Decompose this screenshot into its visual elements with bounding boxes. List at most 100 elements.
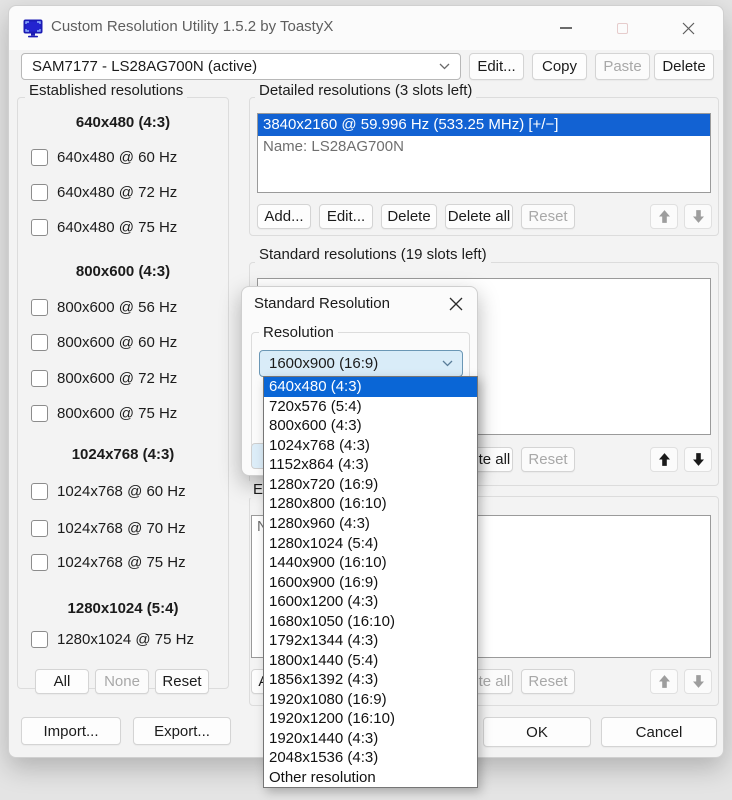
checkbox-label: 1280x1024 @ 75 Hz	[57, 631, 194, 648]
standard-group-label: Standard resolutions (19 slots left)	[255, 246, 491, 263]
arrow-down-icon	[693, 453, 704, 466]
detailed-move-down-button	[684, 204, 712, 229]
close-icon	[449, 297, 463, 311]
detailed-list-row-name[interactable]: Name: LS28AG700N	[258, 136, 710, 158]
dropdown-option[interactable]: 1920x1440 (4:3)	[264, 729, 477, 749]
export-button[interactable]: Export...	[133, 717, 231, 745]
dropdown-option[interactable]: 1792x1344 (4:3)	[264, 631, 477, 651]
close-button[interactable]	[671, 16, 705, 40]
established-row[interactable]: 800x600 @ 72 Hz	[31, 369, 177, 387]
checkbox-label: 800x600 @ 72 Hz	[57, 370, 177, 387]
standard-move-up-button[interactable]	[650, 447, 678, 472]
checkbox-unchecked-icon[interactable]	[31, 299, 48, 316]
display-paste-button: Paste	[595, 53, 650, 80]
established-row[interactable]: 800x600 @ 56 Hz	[31, 298, 177, 316]
extension-move-up-button	[650, 669, 678, 694]
dropdown-option[interactable]: Other resolution	[264, 768, 477, 788]
resolution-combobox[interactable]: 1600x900 (16:9)	[259, 350, 463, 377]
established-row[interactable]: 640x480 @ 75 Hz	[31, 218, 177, 236]
display-delete-button[interactable]: Delete	[654, 53, 714, 80]
dropdown-option[interactable]: 1152x864 (4:3)	[264, 455, 477, 475]
ok-button[interactable]: OK	[483, 717, 591, 747]
arrow-down-icon	[693, 675, 704, 688]
detailed-move-up-button	[650, 204, 678, 229]
established-row[interactable]: 1024x768 @ 70 Hz	[31, 519, 186, 537]
checkbox-label: 1024x768 @ 70 Hz	[57, 520, 186, 537]
dropdown-option[interactable]: 1800x1440 (5:4)	[264, 650, 477, 670]
checkbox-unchecked-icon[interactable]	[31, 219, 48, 236]
checkbox-label: 800x600 @ 75 Hz	[57, 405, 177, 422]
dropdown-option[interactable]: 800x600 (4:3)	[264, 416, 477, 436]
import-button[interactable]: Import...	[21, 717, 121, 745]
established-row[interactable]: 640x480 @ 60 Hz	[31, 148, 177, 166]
checkbox-unchecked-icon[interactable]	[31, 520, 48, 537]
arrow-up-icon	[659, 453, 670, 466]
established-row[interactable]: 1024x768 @ 60 Hz	[31, 482, 186, 500]
established-row[interactable]: 800x600 @ 60 Hz	[31, 333, 177, 351]
checkbox-unchecked-icon[interactable]	[31, 631, 48, 648]
established-row[interactable]: 1280x1024 @ 75 Hz	[31, 630, 194, 648]
detailed-list-row-selected[interactable]: 3840x2160 @ 59.996 Hz (533.25 MHz) [+/−]	[258, 114, 710, 136]
window-title: Custom Resolution Utility 1.5.2 by Toast…	[51, 18, 333, 35]
established-row[interactable]: 640x480 @ 72 Hz	[31, 183, 177, 201]
dropdown-option[interactable]: 1600x900 (16:9)	[264, 572, 477, 592]
display-select[interactable]: SAM7177 - LS28AG700N (active)	[21, 53, 461, 80]
resolution-group-label: Resolution	[259, 324, 338, 341]
resolution-combobox-value: 1600x900 (16:9)	[269, 355, 378, 372]
established-header: 800x600 (4:3)	[17, 263, 229, 280]
detailed-list[interactable]: 3840x2160 @ 59.996 Hz (533.25 MHz) [+/−]…	[257, 113, 711, 193]
arrow-up-icon	[659, 675, 670, 688]
checkbox-label: 1024x768 @ 75 Hz	[57, 554, 186, 571]
standard-move-down-button[interactable]	[684, 447, 712, 472]
dropdown-option[interactable]: 1440x900 (16:10)	[264, 553, 477, 573]
detailed-group-label: Detailed resolutions (3 slots left)	[255, 82, 476, 99]
dropdown-option[interactable]: 1280x800 (16:10)	[264, 494, 477, 514]
arrow-up-icon	[659, 210, 670, 223]
checkbox-label: 640x480 @ 60 Hz	[57, 149, 177, 166]
dropdown-option[interactable]: 1856x1392 (4:3)	[264, 670, 477, 690]
checkbox-unchecked-icon[interactable]	[31, 149, 48, 166]
display-copy-button[interactable]: Copy	[532, 53, 587, 80]
resolution-dropdown-list[interactable]: 640x480 (4:3) 720x576 (5:4) 800x600 (4:3…	[263, 376, 478, 788]
dropdown-option-selected[interactable]: 640x480 (4:3)	[264, 377, 477, 397]
dropdown-option[interactable]: 1280x720 (16:9)	[264, 475, 477, 495]
detailed-edit-button[interactable]: Edit...	[319, 204, 373, 229]
established-all-button[interactable]: All	[35, 669, 89, 694]
extension-reset-button: Reset	[521, 669, 575, 694]
checkbox-unchecked-icon[interactable]	[31, 334, 48, 351]
checkbox-unchecked-icon[interactable]	[31, 554, 48, 571]
detailed-reset-button: Reset	[521, 204, 575, 229]
checkbox-unchecked-icon[interactable]	[31, 483, 48, 500]
app-monitor-icon	[23, 19, 43, 38]
detailed-add-button[interactable]: Add...	[257, 204, 311, 229]
established-header: 1280x1024 (5:4)	[17, 600, 229, 617]
dropdown-option[interactable]: 1024x768 (4:3)	[264, 436, 477, 456]
dropdown-option[interactable]: 1280x1024 (5:4)	[264, 533, 477, 553]
checkbox-label: 800x600 @ 60 Hz	[57, 334, 177, 351]
established-reset-button[interactable]: Reset	[155, 669, 209, 694]
dropdown-option[interactable]: 1920x1200 (16:10)	[264, 709, 477, 729]
maximize-button	[605, 16, 639, 40]
dropdown-option[interactable]: 2048x1536 (4:3)	[264, 748, 477, 768]
dropdown-option[interactable]: 720x576 (5:4)	[264, 397, 477, 417]
dropdown-option[interactable]: 1920x1080 (16:9)	[264, 690, 477, 710]
dropdown-option[interactable]: 1680x1050 (16:10)	[264, 611, 477, 631]
detailed-delete-all-button[interactable]: Delete all	[445, 204, 513, 229]
dropdown-option[interactable]: 1600x1200 (4:3)	[264, 592, 477, 612]
standard-reset-button: Reset	[521, 447, 575, 472]
title-bar: Custom Resolution Utility 1.5.2 by Toast…	[9, 6, 723, 50]
checkbox-unchecked-icon[interactable]	[31, 370, 48, 387]
chevron-down-icon	[439, 63, 450, 70]
dropdown-option[interactable]: 1280x960 (4:3)	[264, 514, 477, 534]
cancel-button[interactable]: Cancel	[601, 717, 717, 747]
established-row[interactable]: 1024x768 @ 75 Hz	[31, 553, 186, 571]
dialog-close-button[interactable]	[443, 292, 469, 316]
checkbox-unchecked-icon[interactable]	[31, 405, 48, 422]
extension-move-down-button	[684, 669, 712, 694]
minimize-button[interactable]	[549, 16, 583, 40]
detailed-delete-button[interactable]: Delete	[381, 204, 437, 229]
arrow-down-icon	[693, 210, 704, 223]
checkbox-unchecked-icon[interactable]	[31, 184, 48, 201]
display-edit-button[interactable]: Edit...	[469, 53, 524, 80]
established-row[interactable]: 800x600 @ 75 Hz	[31, 404, 177, 422]
